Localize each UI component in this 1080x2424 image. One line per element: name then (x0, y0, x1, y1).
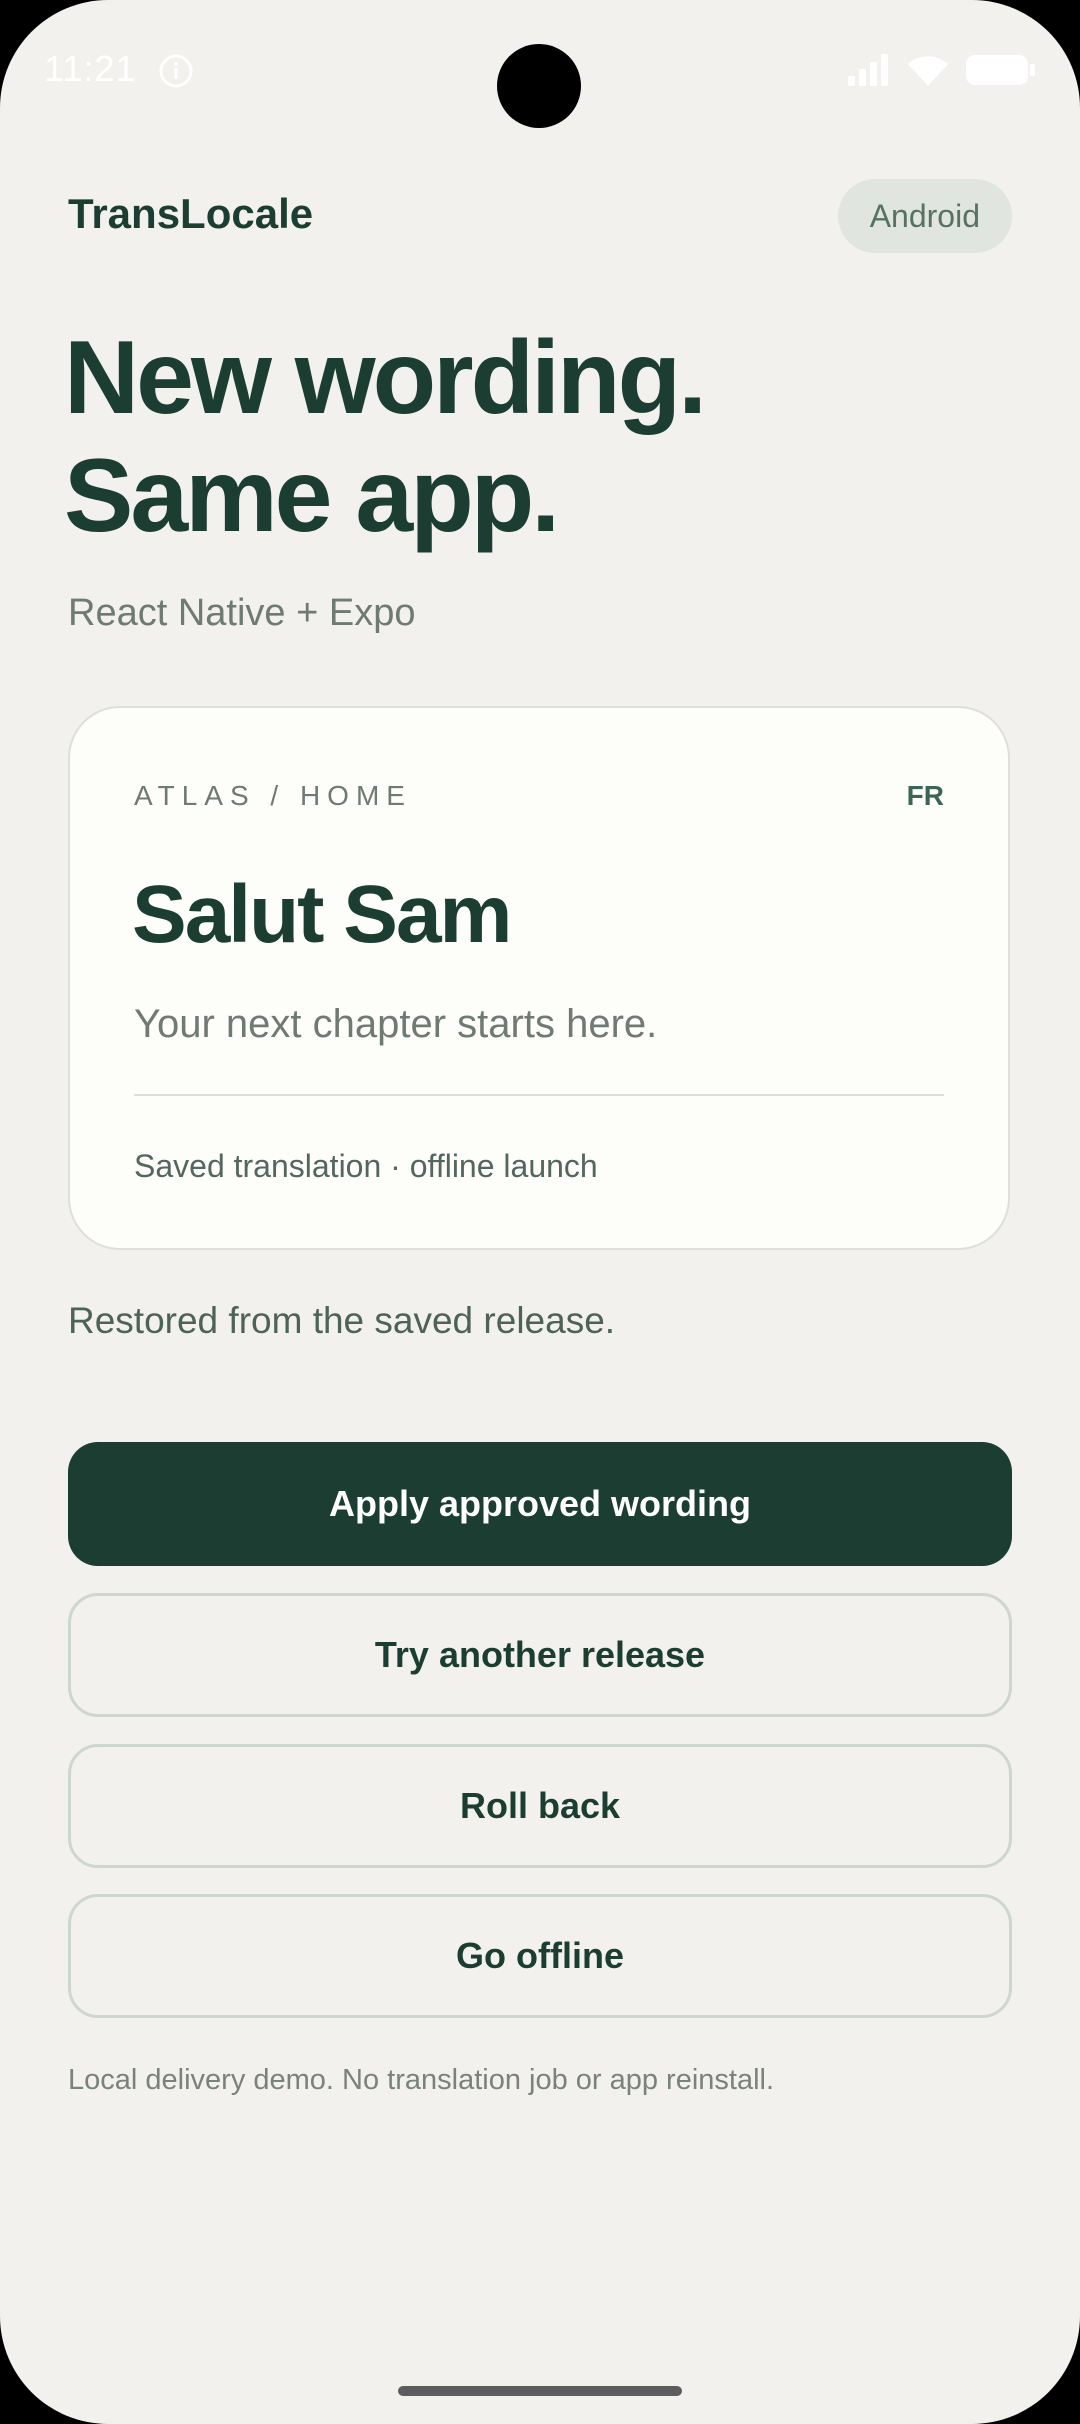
app-screen: 11:21 TransLocale Android New wording. S… (0, 0, 1080, 2424)
roll-back-button[interactable]: Roll back (68, 1744, 1012, 1868)
status-message: Restored from the saved release. (68, 1300, 616, 1341)
platform-badge: Android (837, 179, 1012, 253)
translation-preview-card: ATLAS / HOME FR Salut Sam Your next chap… (68, 706, 1010, 1250)
home-indicator[interactable] (398, 2386, 682, 2396)
status-icons (846, 50, 1036, 90)
camera-cutout (497, 44, 581, 128)
info-icon (159, 54, 193, 88)
card-greeting: Salut Sam (132, 869, 512, 960)
apply-wording-button[interactable]: Apply approved wording (68, 1442, 1012, 1566)
signal-icon (848, 54, 888, 86)
try-another-release-button[interactable]: Try another release (68, 1593, 1012, 1717)
battery-icon (966, 55, 1035, 85)
wifi-icon (908, 56, 948, 86)
status-time: 11:21 (44, 48, 137, 89)
language-code: FR (906, 780, 944, 811)
card-tagline: Your next chapter starts here. (134, 1002, 658, 1046)
go-offline-button[interactable]: Go offline (68, 1894, 1012, 2018)
hero-title-line-1: New wording. (64, 320, 707, 436)
footnote: Local delivery demo. No translation job … (68, 2064, 775, 2096)
card-breadcrumb: ATLAS / HOME (134, 780, 412, 811)
hero-title-line-2: Same app. (64, 438, 560, 554)
hero-subtitle: React Native + Expo (68, 592, 416, 634)
app-brand: TransLocale (68, 190, 314, 237)
card-note: Saved translation · offline launch (134, 1148, 598, 1184)
card-divider (134, 1094, 944, 1096)
